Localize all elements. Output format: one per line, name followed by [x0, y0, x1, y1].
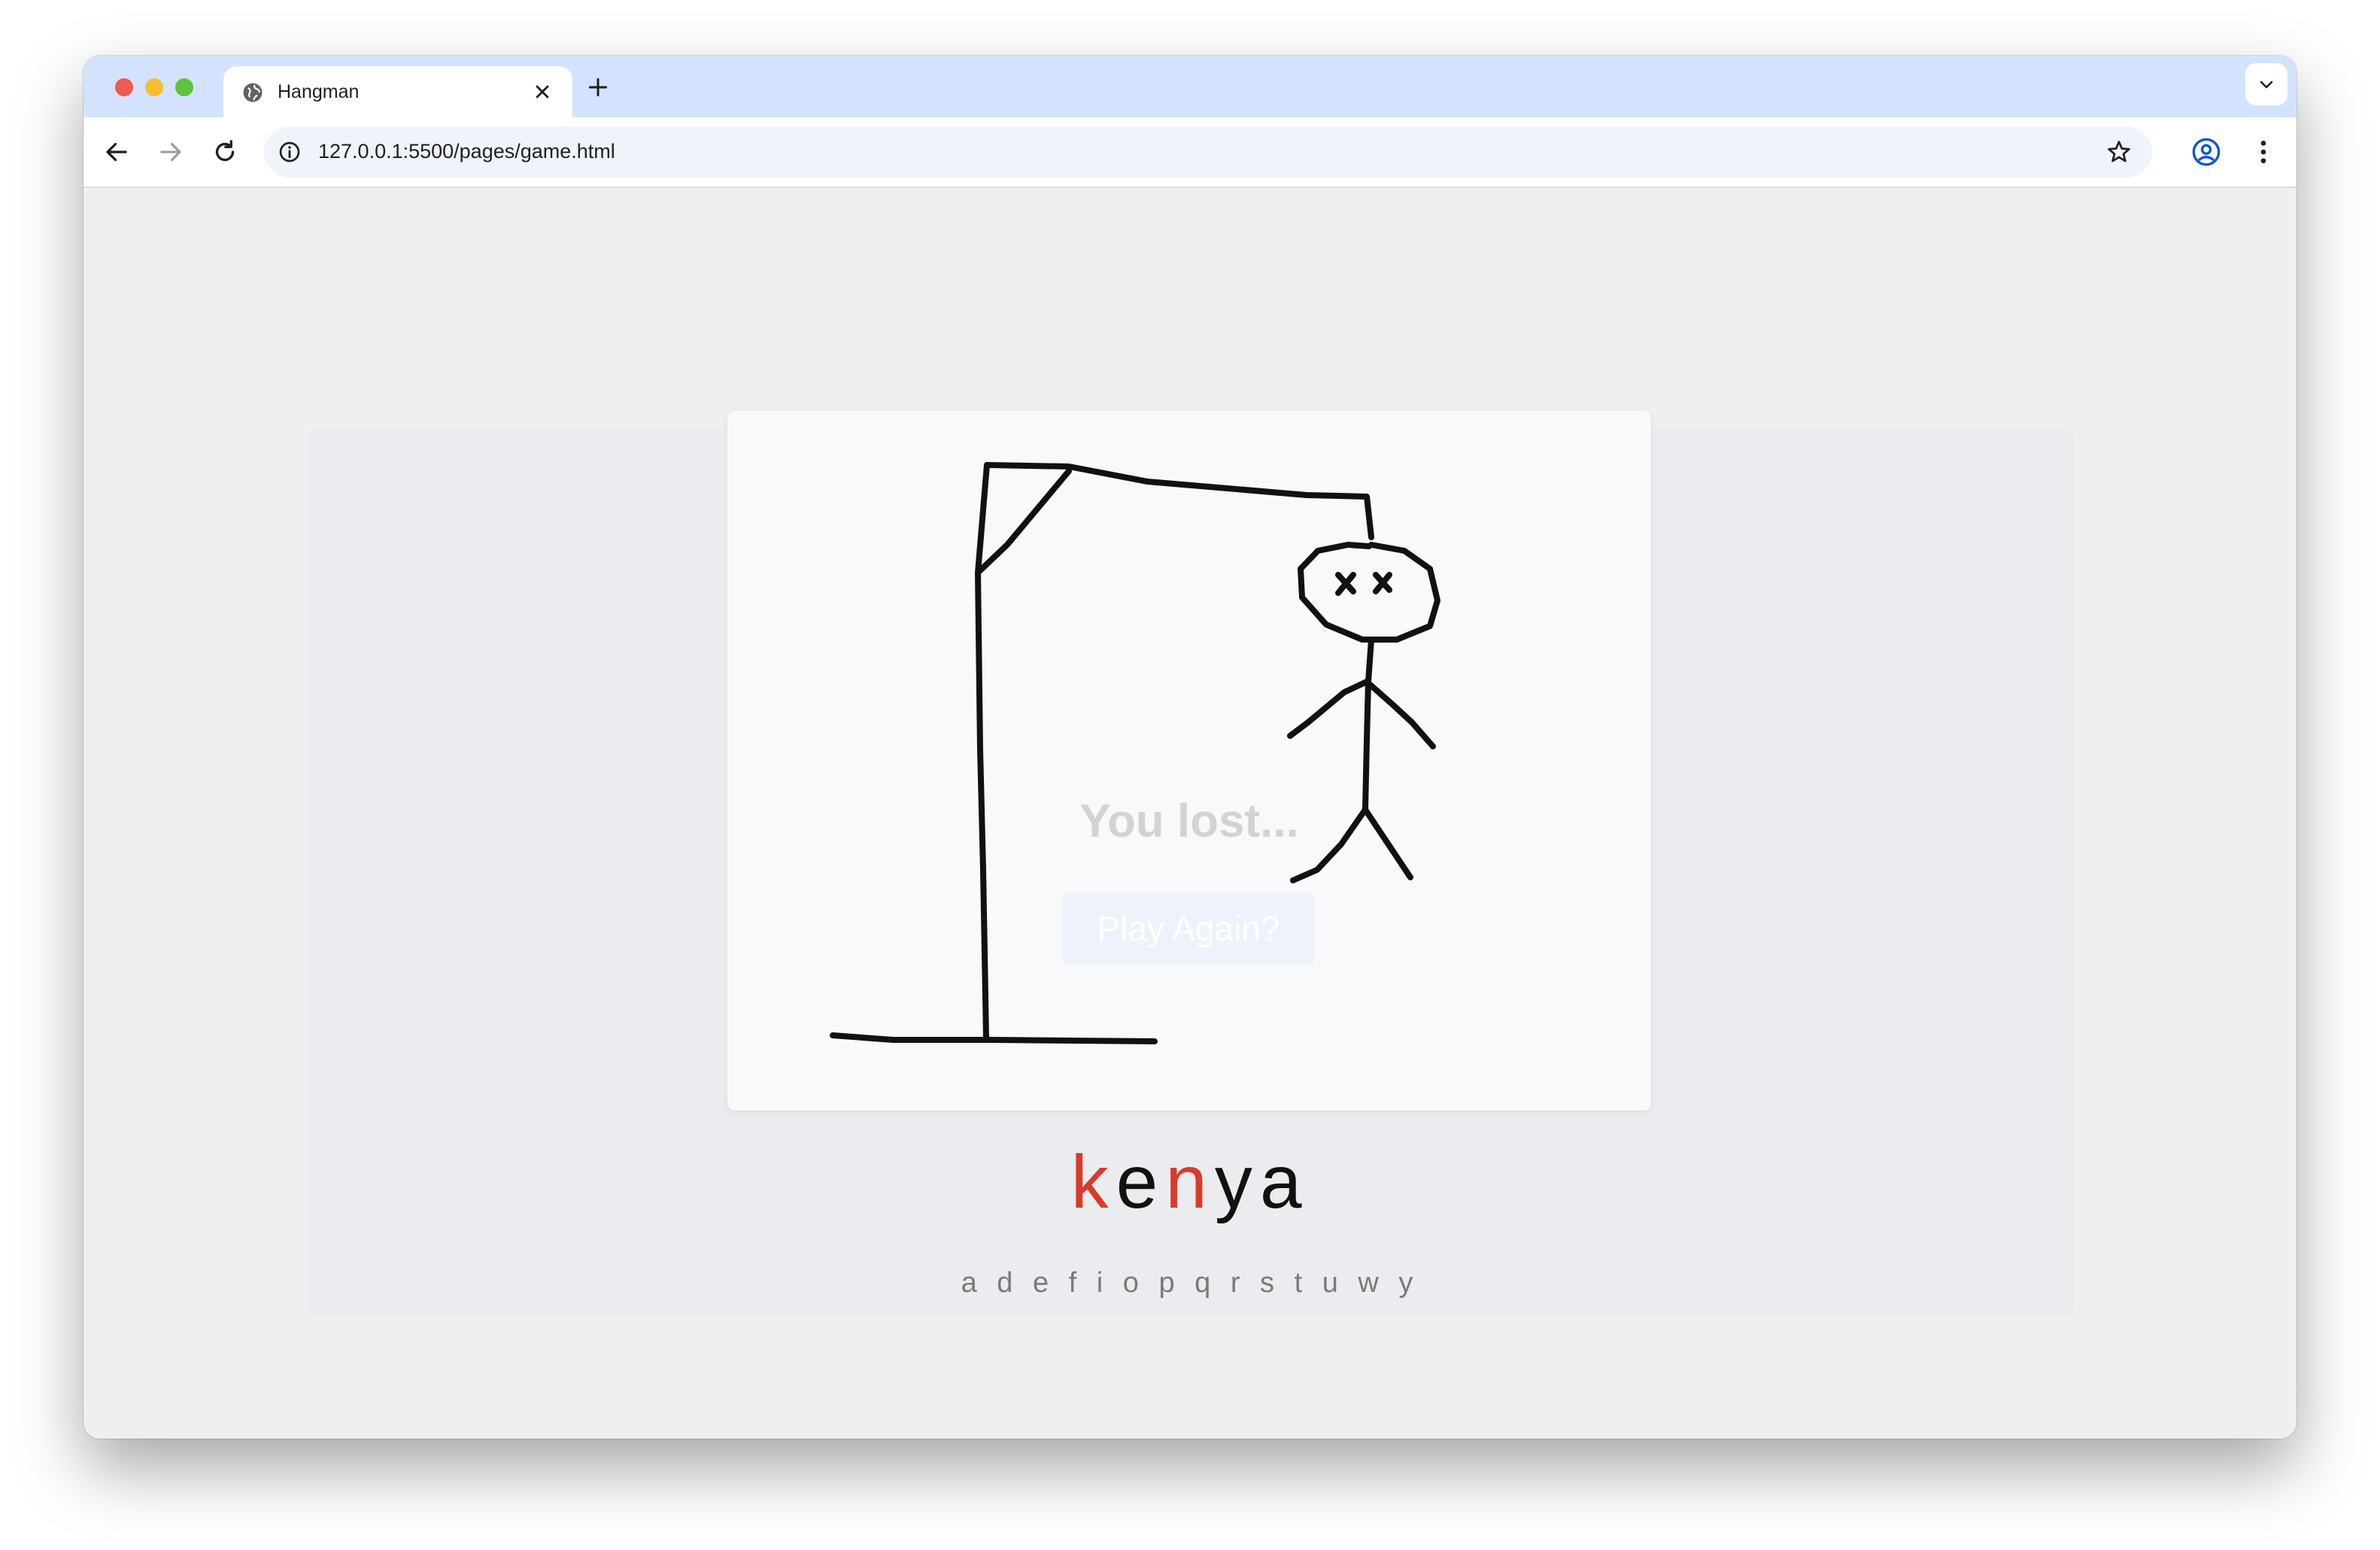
stickman-body — [1362, 637, 1374, 813]
reload-icon[interactable] — [211, 138, 238, 166]
desktop: Hangman 127.0.0.1:5500/pages/game.html Y… — [0, 0, 2380, 1550]
word-display: kenya — [83, 1139, 2297, 1226]
stickman-right-arm — [1364, 679, 1436, 749]
word-letter: e — [1116, 1140, 1166, 1224]
profile-icon[interactable] — [2191, 137, 2221, 167]
tab-title: Hangman — [278, 81, 360, 102]
page-viewport: You lost... Play Again? kenya a d e f i … — [83, 188, 2297, 1439]
guessed-letters: a d e f i o p q r s t u w y — [961, 1267, 1419, 1299]
gallows-base — [830, 1032, 1158, 1044]
word-letter: n — [1165, 1140, 1215, 1224]
globe-icon — [243, 83, 263, 102]
gallows-brace — [975, 468, 1072, 576]
minimize-window-button[interactable] — [145, 78, 163, 96]
star-icon[interactable] — [2105, 138, 2133, 166]
word-letter: k — [1070, 1140, 1116, 1224]
address-bar[interactable]: 127.0.0.1:5500/pages/game.html — [264, 126, 2152, 178]
word-letter: y — [1214, 1140, 1260, 1224]
gallows-pole — [975, 462, 990, 1041]
close-window-button[interactable] — [115, 78, 133, 96]
info-icon[interactable] — [278, 140, 302, 164]
close-tab-icon[interactable] — [532, 81, 553, 102]
stickman-right-eye — [1373, 572, 1392, 594]
tab-search-button[interactable] — [2245, 63, 2287, 105]
tab-strip: Hangman — [83, 56, 2297, 117]
hangman-canvas: You lost... Play Again? — [727, 411, 1651, 1111]
play-again-button[interactable]: Play Again? — [1063, 892, 1314, 965]
word-letter: a — [1259, 1140, 1310, 1224]
new-tab-icon[interactable] — [586, 75, 610, 99]
chevron-down-icon — [2260, 81, 2273, 89]
maximize-window-button[interactable] — [175, 78, 193, 96]
browser-toolbar: 127.0.0.1:5500/pages/game.html — [83, 117, 2297, 188]
arrow-left-icon[interactable] — [103, 138, 130, 166]
result-message: You lost... — [1079, 795, 1299, 847]
arrow-right-icon[interactable] — [157, 138, 184, 166]
tab-hangman[interactable]: Hangman — [223, 66, 572, 117]
url-text: 127.0.0.1:5500/pages/game.html — [318, 140, 615, 163]
kebab-menu-icon[interactable] — [2248, 137, 2278, 167]
stickman-left-eye — [1335, 572, 1356, 596]
stickman-left-arm — [1287, 679, 1370, 739]
hangman-drawing — [830, 462, 1440, 1044]
browser-window: Hangman 127.0.0.1:5500/pages/game.html Y… — [83, 56, 2297, 1439]
stickman-head — [1298, 542, 1440, 643]
